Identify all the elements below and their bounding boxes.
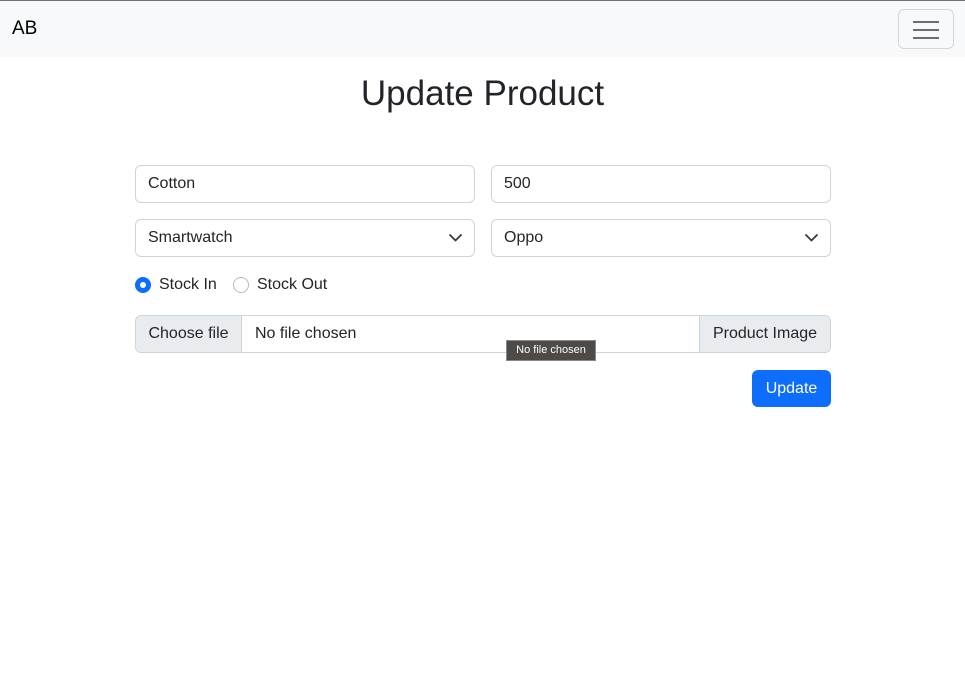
- category-select[interactable]: Smartwatch: [135, 219, 475, 257]
- category-select-value: Smartwatch: [148, 229, 233, 246]
- navbar: AB: [0, 0, 965, 57]
- brand-select[interactable]: Oppo: [491, 219, 831, 257]
- stock-out-radio[interactable]: [233, 277, 249, 293]
- product-price-input[interactable]: [491, 165, 831, 203]
- chevron-down-icon: [805, 234, 818, 242]
- brand-select-value: Oppo: [504, 229, 544, 246]
- stock-out-label: Stock Out: [257, 276, 328, 293]
- navbar-toggler-button[interactable]: [898, 9, 954, 49]
- product-name-input[interactable]: [135, 165, 475, 203]
- hamburger-icon: [913, 21, 939, 23]
- file-tooltip: No file chosen: [506, 340, 596, 361]
- hamburger-icon: [913, 37, 939, 39]
- stock-in-option[interactable]: Stock In: [135, 276, 225, 296]
- update-button[interactable]: Update: [752, 370, 831, 407]
- file-status-text: No file chosen: [255, 325, 357, 342]
- stock-out-option[interactable]: Stock Out: [233, 276, 333, 296]
- stock-in-radio[interactable]: [135, 277, 151, 293]
- chevron-down-icon: [449, 234, 462, 242]
- stock-in-label: Stock In: [159, 276, 217, 293]
- hamburger-icon: [913, 29, 939, 31]
- page-title: Update Product: [360, 74, 605, 113]
- product-image-file-input[interactable]: Choose file No file chosen Product Image: [135, 315, 831, 353]
- choose-file-button[interactable]: Choose file: [136, 316, 242, 352]
- product-image-label: Product Image: [699, 316, 830, 352]
- navbar-brand[interactable]: AB: [12, 18, 37, 40]
